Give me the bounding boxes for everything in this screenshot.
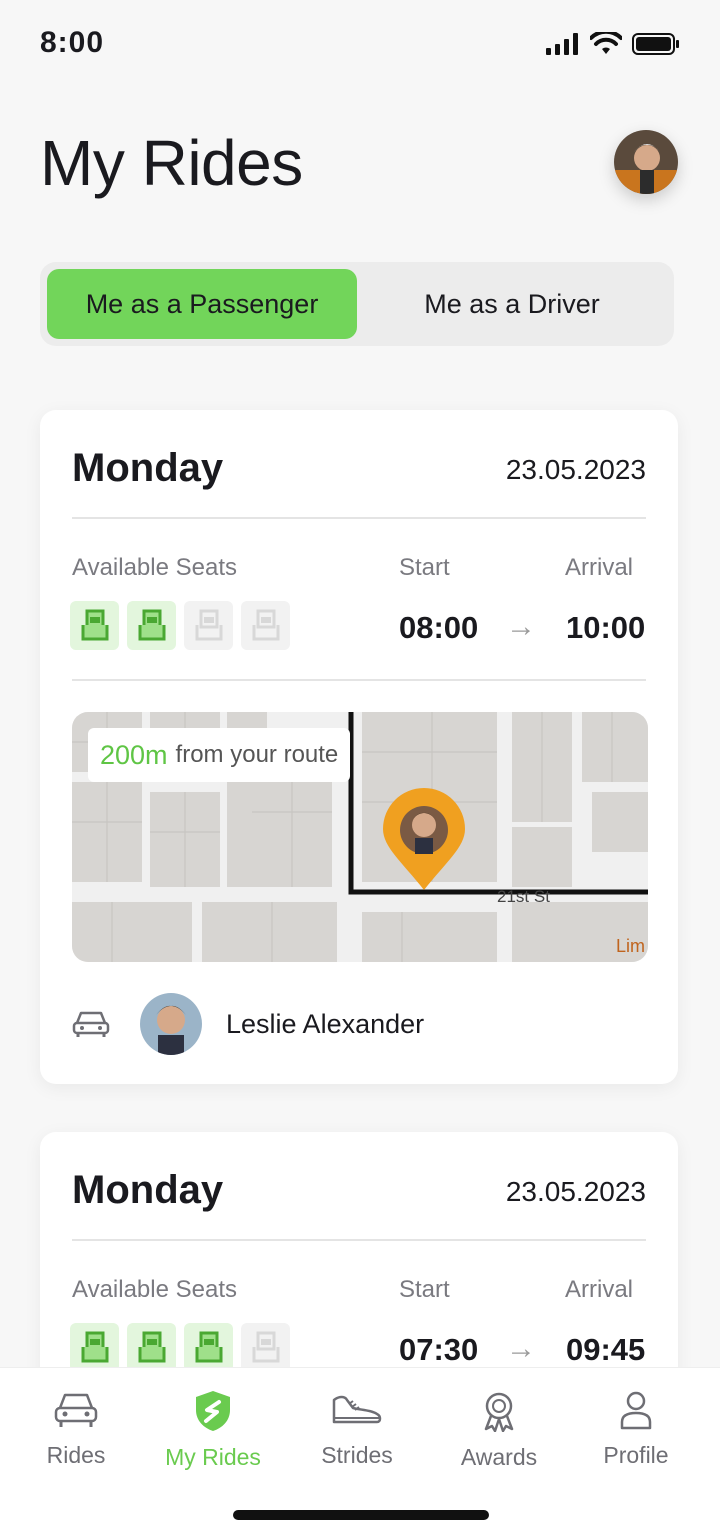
- shoe-icon: [332, 1395, 382, 1424]
- arrival-label: Arrival: [565, 554, 634, 581]
- ride-date: 23.05.2023: [505, 1176, 646, 1207]
- start-label: Start: [399, 554, 450, 581]
- tab-label: Profile: [603, 1442, 669, 1468]
- start-time: 08:00: [399, 610, 479, 645]
- distance-value: 200m: [100, 739, 168, 770]
- divider: [72, 517, 646, 519]
- car-icon: [72, 1011, 110, 1037]
- role-segmented-control: Me as a Passenger Me as a Driver: [40, 262, 674, 346]
- tab-my-rides[interactable]: My Rides: [148, 1390, 278, 1471]
- arrival-time: 09:45: [566, 1332, 646, 1367]
- arrow-right-icon: →: [506, 610, 536, 643]
- driver-avatar[interactable]: [140, 993, 202, 1055]
- tab-label: Rides: [46, 1442, 106, 1468]
- tab-label: My Rides: [165, 1444, 261, 1470]
- seat-taken-icon: [70, 601, 119, 650]
- map-edge-label: Lim: [616, 936, 645, 956]
- driver-segment-button[interactable]: Me as a Driver: [357, 269, 667, 339]
- seat-taken-icon: [127, 1323, 176, 1372]
- driver-row[interactable]: Leslie Alexander: [72, 992, 424, 1056]
- arrival-time: 10:00: [566, 610, 646, 645]
- seat-taken-icon: [70, 1323, 119, 1372]
- distance-tag: 200m from your route: [88, 728, 351, 782]
- arrival-label: Arrival: [565, 1276, 634, 1303]
- seat-free-icon: [241, 1323, 290, 1372]
- seat-free-icon: [241, 601, 290, 650]
- user-avatar[interactable]: [614, 130, 678, 194]
- signal-icon: [546, 33, 578, 55]
- divider: [72, 679, 646, 681]
- seat-taken-icon: [127, 601, 176, 650]
- ride-day: Monday: [72, 446, 224, 490]
- seat-free-icon: [184, 601, 233, 650]
- award-icon: [484, 1392, 514, 1432]
- tab-strides[interactable]: Strides: [292, 1390, 422, 1469]
- ride-card[interactable]: Monday 23.05.2023 Available Seats Start …: [40, 410, 678, 1084]
- status-bar: 8:00: [0, 0, 720, 90]
- seat-indicators: [70, 601, 290, 650]
- avatar-image: [614, 130, 678, 194]
- tab-awards[interactable]: Awards: [434, 1390, 564, 1471]
- page-title: My Rides: [40, 127, 303, 199]
- available-seats-label: Available Seats: [72, 554, 237, 581]
- distance-suffix: from your route: [175, 741, 339, 768]
- tab-label: Strides: [321, 1442, 393, 1468]
- arrow-right-icon: →: [506, 1332, 536, 1365]
- wifi-icon: [590, 32, 622, 54]
- tab-rides[interactable]: Rides: [11, 1390, 141, 1469]
- profile-icon: [620, 1391, 652, 1430]
- home-indicator[interactable]: [233, 1510, 489, 1520]
- route-map[interactable]: 21st St Lim 200m from your route: [72, 712, 648, 962]
- driver-avatar-image: [140, 993, 202, 1055]
- my-rides-icon: [196, 1391, 230, 1431]
- car-icon: [54, 1393, 98, 1427]
- start-time: 07:30: [399, 1332, 479, 1367]
- passenger-segment-button[interactable]: Me as a Passenger: [47, 269, 357, 339]
- start-label: Start: [399, 1276, 450, 1303]
- tab-profile[interactable]: Profile: [571, 1390, 701, 1469]
- divider: [72, 1239, 646, 1241]
- seat-indicators: [70, 1323, 290, 1372]
- street-label: 21st St: [497, 887, 550, 906]
- tab-label: Awards: [460, 1444, 538, 1470]
- status-time: 8:00: [40, 26, 105, 59]
- status-icons: [546, 32, 680, 56]
- ride-day: Monday: [72, 1168, 224, 1212]
- seat-taken-icon: [184, 1323, 233, 1372]
- battery-icon: [632, 33, 679, 55]
- driver-name: Leslie Alexander: [226, 1008, 425, 1039]
- available-seats-label: Available Seats: [72, 1276, 237, 1303]
- ride-date: 23.05.2023: [505, 454, 646, 485]
